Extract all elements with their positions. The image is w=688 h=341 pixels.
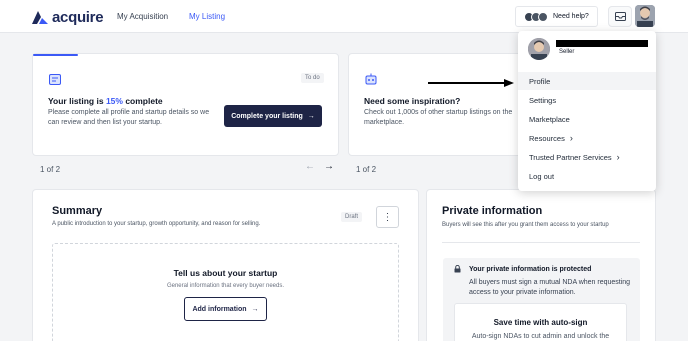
user-avatar[interactable] [635,5,655,27]
menu-avatar [528,38,550,60]
protected-title: Your private information is protected [469,266,592,273]
menu-item-trusted-partner-services[interactable]: Trusted Partner Services › [518,148,656,166]
complete-listing-button[interactable]: Complete your listing → [224,105,322,127]
draft-badge: Draft [341,212,363,222]
listing-icon [49,74,61,85]
acquire-logo-icon [32,11,48,24]
inspiration-title: Need some inspiration? [364,96,461,106]
summary-empty-state: Tell us about your startup General infor… [52,243,399,341]
arrow-right-icon: → [307,112,315,120]
todo-badge: To do [301,73,324,83]
menu-item-resources[interactable]: Resources › [518,129,656,147]
chevron-right-icon: › [616,152,620,162]
prev-arrow-icon[interactable]: ← [305,161,315,172]
more-options-button[interactable]: ⋮ [376,206,399,228]
summary-title: Summary [52,205,103,217]
user-role: Seller [559,49,575,55]
need-help-button[interactable]: Need help? [515,6,598,27]
summary-subtitle: A public introduction to your startup, g… [52,221,261,227]
chevron-right-icon: › [569,133,573,143]
support-avatars [524,11,548,22]
listing-description: Please complete all profile and startup … [48,109,210,126]
inbox-button[interactable] [608,6,632,27]
listing-title: Your listing is 15% complete [48,96,163,106]
autosign-panel: Save time with auto-sign Auto-sign NDAs … [454,303,627,341]
kebab-icon: ⋮ [382,211,393,223]
next-arrow-icon[interactable]: → [324,161,334,172]
arrow-right-icon: → [251,305,259,313]
private-info-title: Private information [442,205,543,217]
nav-my-listing[interactable]: My Listing [189,12,225,21]
redacted-name [556,40,648,47]
robot-icon [365,73,377,85]
inspiration-pager: 1 of 2 [356,165,377,174]
empty-state-subtitle: General information that every buyer nee… [166,283,285,289]
mail-icon [614,12,626,21]
protected-text: All buyers must sign a mutual NDA when r… [469,279,631,296]
top-bar: acquire My Acquisition My Listing Need h… [0,0,688,33]
listing-pager: 1 of 2 [40,165,61,174]
autosign-title: Save time with auto-sign [493,318,588,327]
private-info-subtitle: Buyers will see this after you grant the… [442,222,609,228]
menu-item-settings[interactable]: Settings [518,91,656,109]
menu-item-marketplace[interactable]: Marketplace [518,110,656,128]
need-help-label: Need help? [553,13,589,20]
menu-item-log-out[interactable]: Log out [518,167,656,185]
brand-name: acquire [52,9,104,26]
account-menu: Seller Profile Settings Marketplace Reso… [518,31,656,191]
menu-item-profile[interactable]: Profile [518,72,656,90]
empty-state-title: Tell us about your startup [173,268,278,278]
annotation-arrow-icon [428,79,514,87]
nav-my-acquisition[interactable]: My Acquisition [117,12,168,21]
logo[interactable]: acquire [32,9,104,26]
inspiration-description: Check out 1,000s of other startup listin… [364,109,513,126]
add-information-button[interactable]: Add information → [184,297,267,321]
divider [442,242,640,243]
autosign-text: Auto-sign NDAs to cut admin and unlock t… [471,333,610,340]
lock-icon [454,265,461,273]
listing-progress-bar [33,54,78,56]
